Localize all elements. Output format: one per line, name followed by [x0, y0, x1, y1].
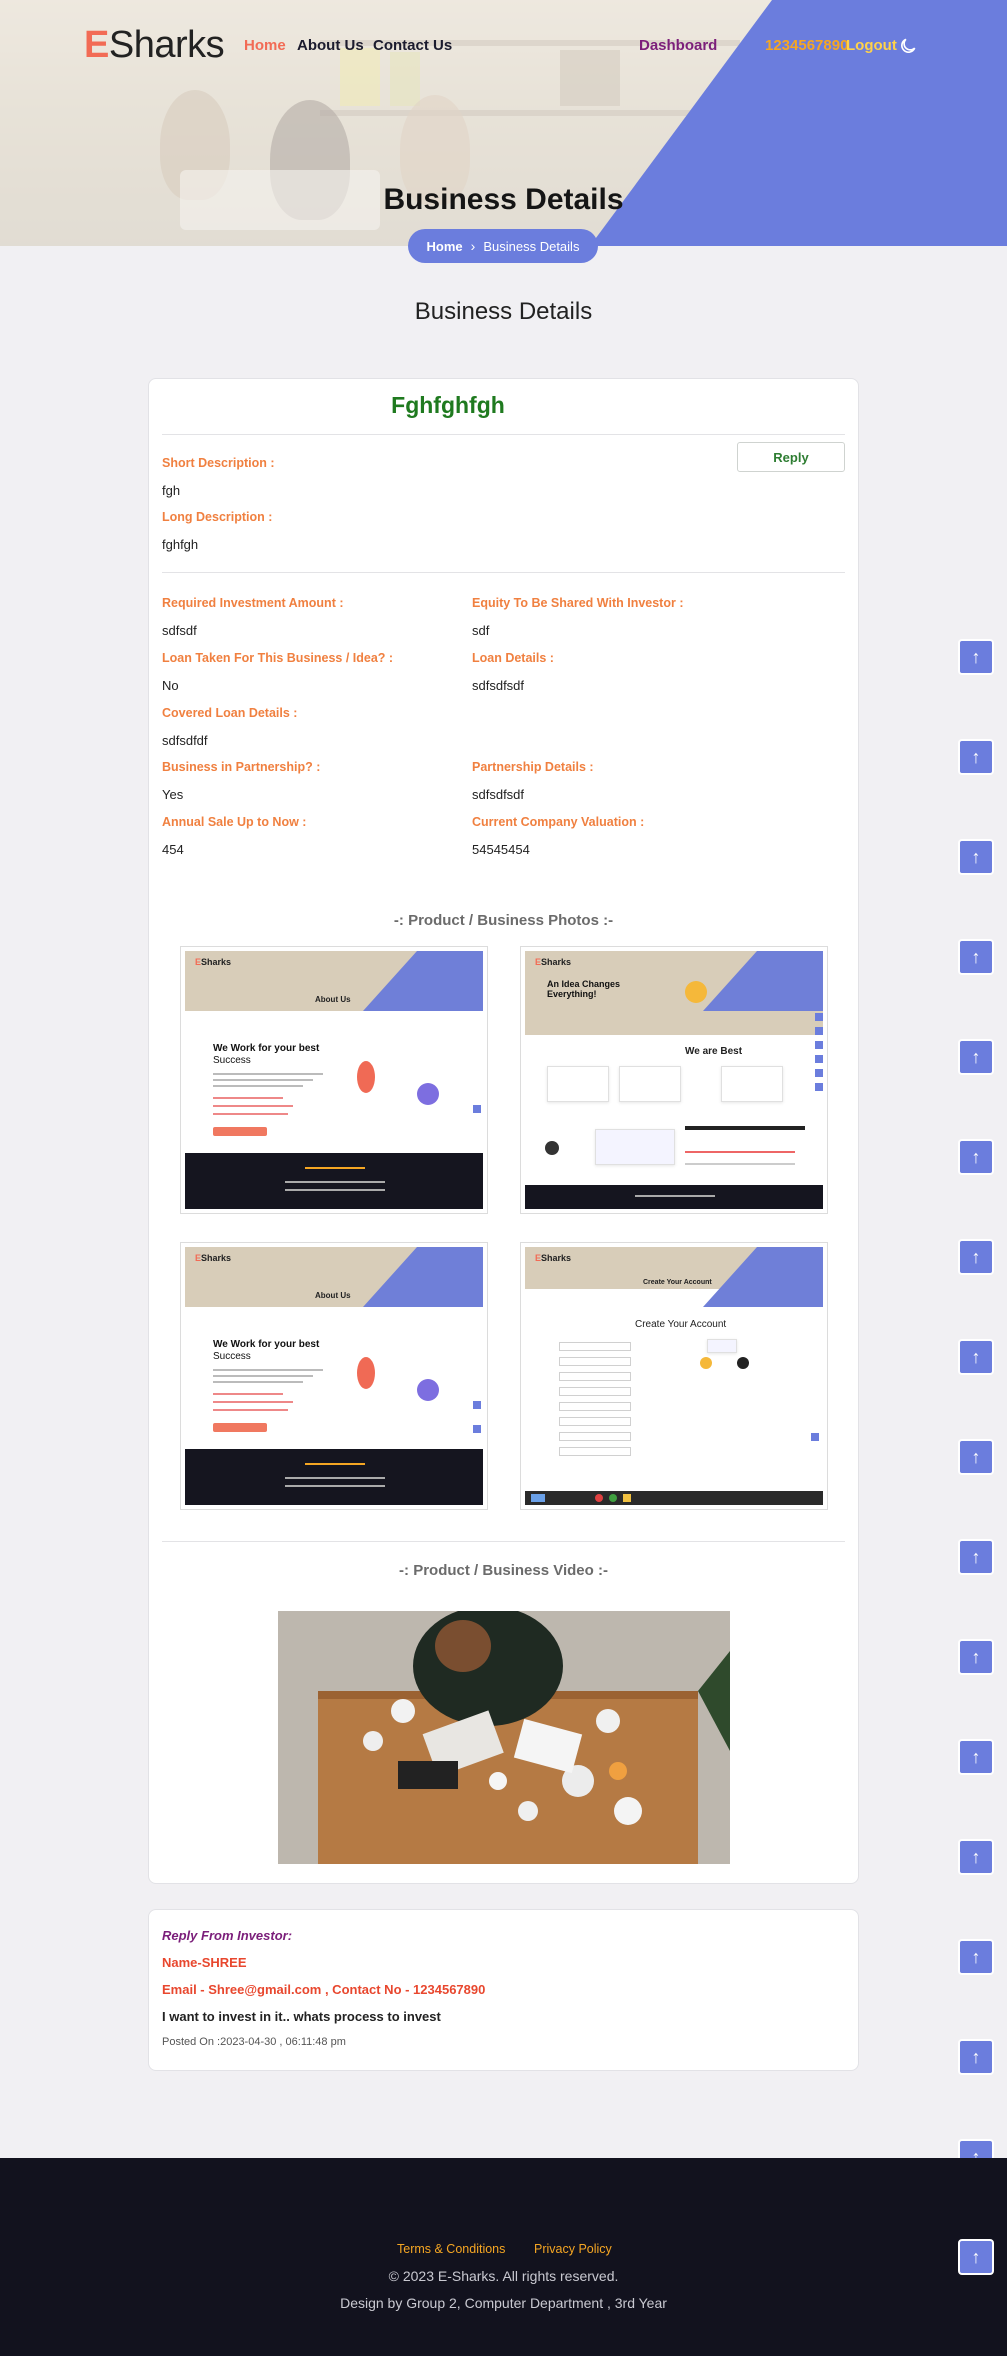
footer-copyright: © 2023 E-Sharks. All rights reserved.	[388, 2268, 619, 2284]
scroll-top-button[interactable]: ↑	[958, 1439, 994, 1475]
reply-investor-name: Name-SHREE	[162, 1955, 247, 1970]
partnership-value: Yes	[162, 787, 184, 802]
scroll-top-button[interactable]: ↑	[958, 2039, 994, 2075]
covered-loan-value: sdfsdfdf	[162, 733, 208, 748]
short-description-value: fgh	[162, 483, 181, 498]
loan-taken-label: Loan Taken For This Business / Idea? :	[162, 651, 394, 665]
nav-phone-link[interactable]: 1234567890	[765, 37, 848, 54]
breadcrumb-home-link[interactable]: Home	[427, 239, 463, 254]
scroll-top-button[interactable]: ↑	[958, 839, 994, 875]
video-poster	[278, 1611, 730, 1864]
reply-investor-contact: Email - Shree@gmail.com , Contact No - 1…	[162, 1982, 486, 1997]
business-name: Fghfghfgh	[391, 392, 505, 418]
nav-home-link[interactable]: Home	[244, 37, 286, 54]
covered-loan-label: Covered Loan Details :	[162, 706, 298, 720]
chevron-right-icon: ›	[470, 238, 476, 254]
scroll-top-button[interactable]: ↑	[958, 1539, 994, 1575]
nav-logout-link[interactable]: Logout	[846, 37, 897, 54]
reply-posted-date: Posted On :2023-04-30 , 06:11:48 pm	[162, 2036, 346, 2048]
privacy-link[interactable]: Privacy Policy	[534, 2242, 612, 2256]
loan-taken-value: No	[162, 678, 179, 693]
photos-section-title: -: Product / Business Photos :-	[393, 912, 614, 929]
scroll-top-button[interactable]: ↑	[958, 1339, 994, 1375]
scroll-top-button[interactable]: ↑	[958, 739, 994, 775]
moon-icon[interactable]	[898, 36, 918, 56]
annual-sale-value: 454	[162, 842, 184, 857]
scroll-top-button[interactable]: ↑	[958, 1839, 994, 1875]
valuation-label: Current Company Valuation :	[472, 815, 645, 829]
divider	[162, 1541, 845, 1542]
page-heading: Business Details	[414, 298, 593, 325]
scroll-top-button[interactable]: ↑	[958, 1639, 994, 1675]
scroll-top-button[interactable]: ↑	[958, 1139, 994, 1175]
scroll-top-button[interactable]: ↑	[958, 939, 994, 975]
reply-heading: Reply From Investor:	[162, 1928, 293, 1943]
product-photo-2[interactable]: ESharks An Idea Changes Everything! We a…	[520, 946, 828, 1214]
short-description-label: Short Description :	[162, 456, 275, 470]
site-footer	[0, 2158, 1007, 2356]
partnership-label: Business in Partnership? :	[162, 760, 321, 774]
divider	[162, 572, 845, 573]
top-navigation: ESharks Home About Us Contact Us Dashboa…	[0, 0, 1007, 92]
scroll-top-button[interactable]: ↑	[958, 1239, 994, 1275]
breadcrumb-current: Business Details	[483, 238, 580, 254]
required-investment-value: sdfsdf	[162, 623, 197, 638]
loan-details-label: Loan Details :	[472, 651, 554, 665]
long-description-value: fghfgh	[162, 537, 199, 552]
product-video[interactable]	[278, 1611, 730, 1864]
scroll-top-button[interactable]: ↑	[958, 1739, 994, 1775]
product-photo-3[interactable]: ESharks About Us We Work for your best Su…	[180, 1242, 488, 1510]
video-section-title: -: Product / Business Video :-	[399, 1562, 608, 1579]
equity-label: Equity To Be Shared With Investor :	[472, 596, 684, 610]
hero-title: Business Details	[383, 183, 624, 216]
breadcrumb: Home › Business Details	[408, 229, 598, 263]
required-investment-label: Required Investment Amount :	[162, 596, 344, 610]
scroll-top-button[interactable]: ↑	[958, 1039, 994, 1075]
valuation-value: 54545454	[472, 842, 530, 857]
loan-details-value: sdfsdfsdf	[472, 678, 525, 693]
partnership-details-value: sdfsdfsdf	[472, 787, 525, 802]
nav-dashboard-link[interactable]: Dashboard	[639, 37, 717, 54]
reply-message: I want to invest in it.. whats process t…	[162, 2009, 441, 2024]
brand-logo[interactable]: ESharks	[84, 24, 225, 67]
terms-link[interactable]: Terms & Conditions	[397, 2242, 505, 2256]
nav-contact-link[interactable]: Contact Us	[373, 37, 452, 54]
reply-button[interactable]: Reply	[737, 442, 845, 472]
nav-about-link[interactable]: About Us	[297, 37, 364, 54]
long-description-label: Long Description :	[162, 510, 273, 524]
product-photo-4[interactable]: ESharks Create Your Account Create Your …	[520, 1242, 828, 1510]
divider	[162, 434, 845, 435]
scroll-top-button[interactable]: ↑	[958, 639, 994, 675]
scroll-top-button[interactable]: ↑	[958, 1939, 994, 1975]
annual-sale-label: Annual Sale Up to Now :	[162, 815, 307, 829]
footer-design-credit: Design by Group 2, Computer Department ,…	[340, 2295, 667, 2311]
partnership-details-label: Partnership Details :	[472, 760, 594, 774]
product-photo-1[interactable]: ESharks About Us We Work for your best Su…	[180, 946, 488, 1214]
equity-value: sdf	[472, 623, 490, 638]
